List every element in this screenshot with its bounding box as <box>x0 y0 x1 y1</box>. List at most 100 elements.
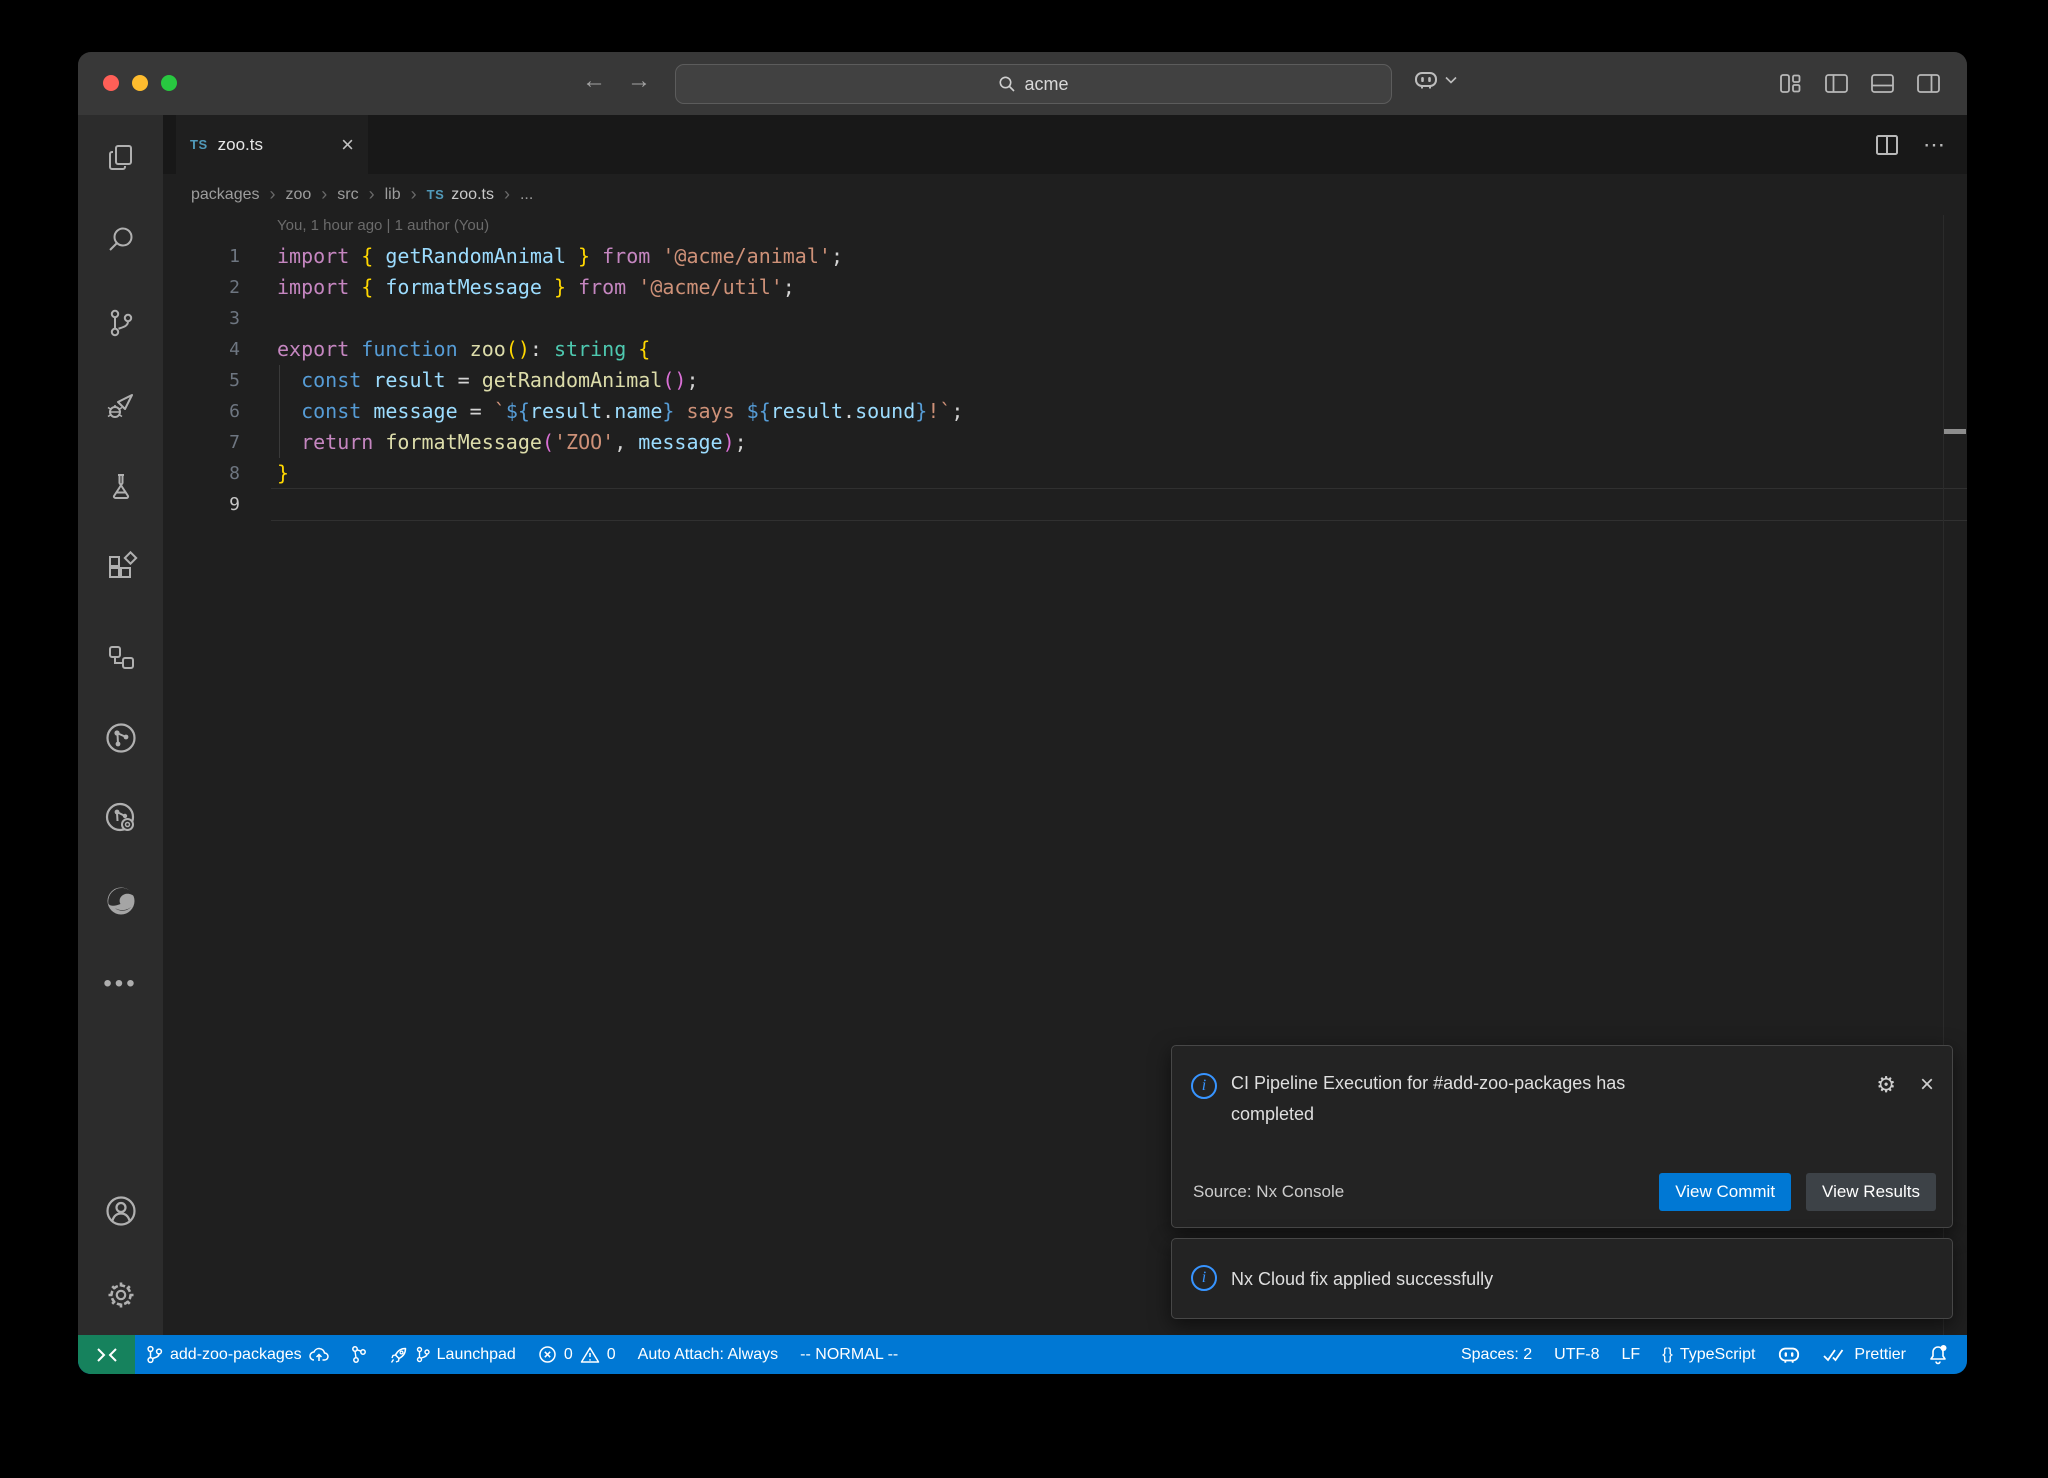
close-tab-icon[interactable]: × <box>341 134 354 156</box>
tab-zoo-ts[interactable]: TS zoo.ts × <box>176 115 368 174</box>
vim-mode-label: -- NORMAL -- <box>800 1346 898 1364</box>
window-controls <box>103 75 177 91</box>
language-item[interactable]: {} TypeScript <box>1651 1335 1766 1374</box>
search-input[interactable]: acme <box>675 64 1392 104</box>
overview-ruler-mark <box>1944 429 1966 434</box>
mini-branch-icon <box>416 1346 430 1363</box>
view-commit-button[interactable]: View Commit <box>1659 1173 1791 1211</box>
edge-tools-icon[interactable] <box>78 881 163 921</box>
problems-item[interactable]: 0 0 <box>527 1335 627 1374</box>
extensions-icon[interactable] <box>78 546 163 586</box>
code-lines: 1import { getRandomAnimal } from '@acme/… <box>163 241 1967 520</box>
info-icon: i <box>1191 1265 1217 1291</box>
eol-item[interactable]: LF <box>1610 1335 1651 1374</box>
breadcrumb-item-lib[interactable]: lib <box>385 186 401 204</box>
view-results-button[interactable]: View Results <box>1806 1173 1936 1211</box>
toggle-panel-icon[interactable] <box>1870 71 1895 96</box>
nx-console-icon[interactable] <box>78 718 163 758</box>
auto-attach-label: Auto Attach: Always <box>638 1346 779 1364</box>
explorer-icon[interactable] <box>78 138 163 178</box>
search-value: acme <box>1024 74 1068 95</box>
chevron-right-icon: › <box>270 184 276 205</box>
titlebar: ← → acme <box>78 52 1967 115</box>
status-bar-right: Spaces: 2 UTF-8 LF {} TypeScript <box>1450 1335 1967 1374</box>
account-icon[interactable] <box>78 1191 163 1231</box>
indentation-item[interactable]: Spaces: 2 <box>1450 1335 1543 1374</box>
remote-indicator[interactable] <box>78 1335 135 1374</box>
warnings-count: 0 <box>607 1346 616 1364</box>
search-view-icon[interactable] <box>78 220 163 260</box>
breadcrumb-item-file[interactable]: zoo.ts <box>451 186 494 204</box>
eol-label: LF <box>1621 1346 1640 1364</box>
layout-controls <box>1778 52 1941 115</box>
nx-graph-item[interactable] <box>340 1335 378 1374</box>
git-branch-item[interactable]: add-zoo-packages <box>135 1335 340 1374</box>
errors-icon <box>538 1345 557 1364</box>
editor-actions: ⋯ <box>1875 115 1947 174</box>
more-views-icon[interactable]: ••• <box>78 964 163 1004</box>
notification-source: Source: Nx Console <box>1193 1182 1344 1202</box>
breadcrumb: packages › zoo › src › lib › TS zoo.ts ›… <box>163 174 1967 215</box>
more-actions-icon[interactable]: ⋯ <box>1923 132 1947 158</box>
launchpad-item[interactable]: Launchpad <box>378 1335 527 1374</box>
connected-nodes-icon[interactable] <box>78 638 163 678</box>
warnings-icon <box>580 1346 600 1364</box>
code-line: 6 const message = `${result.name} says $… <box>163 396 1967 427</box>
branch-name: add-zoo-packages <box>170 1346 302 1364</box>
testing-icon[interactable] <box>78 466 163 506</box>
notification-toast-nx-cloud: i Nx Cloud fix applied successfully <box>1171 1238 1953 1319</box>
encoding-item[interactable]: UTF-8 <box>1543 1335 1610 1374</box>
forward-icon[interactable]: → <box>624 67 654 95</box>
gitlens-icon[interactable] <box>78 798 163 838</box>
launchpad-label: Launchpad <box>437 1346 516 1364</box>
vim-mode-item[interactable]: -- NORMAL -- <box>789 1335 909 1374</box>
remote-icon <box>96 1347 118 1363</box>
code-line: 2import { formatMessage } from '@acme/ut… <box>163 272 1967 303</box>
spaces-label: Spaces: 2 <box>1461 1346 1532 1364</box>
code-line: 3 <box>163 303 1967 334</box>
minimize-window-button[interactable] <box>132 75 148 91</box>
bell-dot-icon <box>1928 1344 1948 1365</box>
notification-settings-gear-icon[interactable]: ⚙ <box>1876 1074 1896 1096</box>
breadcrumb-item-src[interactable]: src <box>337 186 358 204</box>
breadcrumb-item-packages[interactable]: packages <box>191 186 260 204</box>
code-line: 4export function zoo(): string { <box>163 334 1967 365</box>
back-icon[interactable]: ← <box>579 67 609 95</box>
notification-toast-ci-pipeline: i CI Pipeline Execution for #add-zoo-pac… <box>1171 1045 1953 1228</box>
run-debug-icon[interactable] <box>78 385 163 425</box>
copilot-menu[interactable] <box>1413 68 1457 92</box>
formatter-item[interactable]: Prettier <box>1812 1335 1917 1374</box>
brackets-icon: {} <box>1662 1346 1673 1364</box>
chevron-right-icon: › <box>321 184 327 205</box>
encoding-label: UTF-8 <box>1554 1346 1599 1364</box>
breadcrumb-item-zoo[interactable]: zoo <box>286 186 312 204</box>
copilot-icon <box>1777 1344 1801 1366</box>
toggle-secondary-sidebar-icon[interactable] <box>1916 71 1941 96</box>
notification-close-icon[interactable]: × <box>1920 1073 1934 1097</box>
code-line: 7 return formatMessage('ZOO', message); <box>163 427 1967 458</box>
vscode-window: ← → acme <box>78 52 1967 1374</box>
source-control-icon[interactable] <box>78 303 163 343</box>
activity-bar: ••• <box>78 115 163 1335</box>
graph-icon <box>351 1345 367 1364</box>
toggle-primary-sidebar-icon[interactable] <box>1824 71 1849 96</box>
language-label: TypeScript <box>1680 1346 1756 1364</box>
auto-attach-item[interactable]: Auto Attach: Always <box>627 1335 790 1374</box>
customize-layout-icon[interactable] <box>1778 71 1803 96</box>
chevron-right-icon: › <box>369 184 375 205</box>
settings-gear-icon[interactable] <box>78 1275 163 1315</box>
notification-message: CI Pipeline Execution for #add-zoo-packa… <box>1231 1068 1711 1130</box>
split-editor-icon[interactable] <box>1875 133 1899 157</box>
status-bar: add-zoo-packages <box>78 1335 1967 1374</box>
breadcrumb-item-symbol[interactable]: ... <box>520 186 533 204</box>
code-line: 8} <box>163 458 1967 489</box>
errors-count: 0 <box>564 1346 573 1364</box>
code-line-active: 9 <box>163 489 1967 520</box>
copilot-status-item[interactable] <box>1766 1335 1812 1374</box>
notification-tools: ⚙ × <box>1876 1073 1934 1097</box>
notifications-bell-item[interactable] <box>1917 1335 1959 1374</box>
zoom-window-button[interactable] <box>161 75 177 91</box>
chevron-right-icon: › <box>504 184 510 205</box>
close-window-button[interactable] <box>103 75 119 91</box>
code-line: 1import { getRandomAnimal } from '@acme/… <box>163 241 1967 272</box>
